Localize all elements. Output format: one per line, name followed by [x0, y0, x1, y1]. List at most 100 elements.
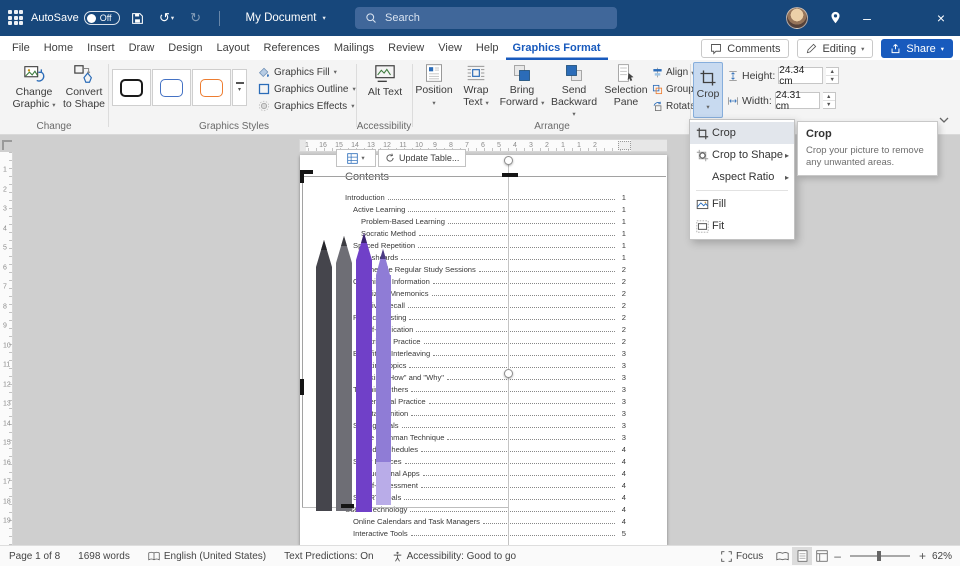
- toc-entry: Problem-Based Learning 1: [361, 217, 626, 226]
- crop-handle-top-left[interactable]: [300, 170, 304, 183]
- toc-entry: Asking "How" and "Why" 3: [361, 373, 626, 382]
- position-button[interactable]: Position ▾: [414, 63, 454, 109]
- web-layout-button[interactable]: [812, 547, 832, 565]
- width-stepper[interactable]: ▲ ▼: [822, 92, 836, 109]
- menu-item-fit[interactable]: Fit: [690, 215, 794, 237]
- menu-item-aspect-ratio[interactable]: Aspect Ratio ▸: [690, 166, 794, 188]
- chevron-down-icon: ▾: [333, 69, 337, 76]
- toc-entry: Active Learning 1: [353, 205, 626, 214]
- group-label-graphics-styles: Graphics Styles: [198, 121, 270, 132]
- graphics-style-2[interactable]: [152, 69, 191, 106]
- tab-selector[interactable]: [2, 140, 12, 150]
- graphics-style-1[interactable]: [112, 69, 151, 106]
- tab-graphics-format[interactable]: Graphics Format: [506, 36, 608, 60]
- fit-icon: [693, 219, 712, 233]
- zoom-out-button[interactable]: –: [832, 549, 843, 563]
- style-swatch-blue: [160, 78, 183, 97]
- autosave-toggle[interactable]: AutoSave Off: [31, 11, 120, 25]
- editing-button[interactable]: Editing ▾: [797, 39, 874, 58]
- zoom-level[interactable]: 62%: [928, 546, 960, 566]
- app-launcher-icon[interactable]: [8, 10, 24, 26]
- crop-handle-bottom[interactable]: [341, 504, 354, 508]
- height-input[interactable]: 24.34 cm: [778, 65, 824, 87]
- gallery-more-button[interactable]: ▾: [232, 69, 247, 106]
- share-button[interactable]: Share ▾: [881, 39, 953, 58]
- graphics-fill-button[interactable]: Graphics Fill ▾: [258, 64, 337, 80]
- wrap-text-button[interactable]: Wrap Text ▾: [456, 63, 496, 109]
- language-indicator[interactable]: English (United States): [139, 546, 275, 566]
- graphics-outline-icon: [258, 83, 270, 95]
- redo-button[interactable]: ↻: [185, 8, 207, 28]
- resize-handle-middle[interactable]: [504, 369, 513, 378]
- alt-text-button[interactable]: Alt Text: [362, 63, 408, 99]
- tab-design[interactable]: Design: [161, 36, 209, 60]
- width-input[interactable]: 24.31 cm: [774, 90, 820, 112]
- toc-entry: Flashcards 1: [361, 253, 626, 262]
- word-count[interactable]: 1698 words: [69, 546, 139, 566]
- toc-entry: Schedule Regular Study Sessions 2: [361, 265, 626, 274]
- tab-review[interactable]: Review: [381, 36, 431, 60]
- crop-button[interactable]: Crop ▾: [693, 62, 723, 118]
- pin-icon[interactable]: [830, 11, 841, 29]
- statusbar: Page 1 of 8 1698 words English (United S…: [0, 545, 960, 566]
- graphics-outline-button[interactable]: Graphics Outline ▾: [258, 81, 356, 97]
- collapse-ribbon-button[interactable]: [936, 113, 952, 127]
- accessibility-status[interactable]: Accessibility: Good to go: [383, 546, 526, 566]
- send-backward-button[interactable]: Send Backward ▾: [548, 63, 600, 121]
- word-window: AutoSave Off ↺ ▾ ↻ My Document ▾ Search – …: [0, 0, 960, 566]
- picture-bottom-edge: [302, 507, 508, 508]
- resize-handle-top[interactable]: [504, 156, 513, 165]
- tab-help[interactable]: Help: [469, 36, 506, 60]
- undo-button[interactable]: ↺ ▾: [156, 8, 178, 28]
- chevron-down-icon: ▾: [706, 103, 710, 111]
- undo-icon: ↺: [158, 10, 170, 25]
- crop-handle-top-center[interactable]: [502, 173, 518, 177]
- avatar[interactable]: [786, 7, 808, 29]
- toc-field-controls: ▾ Update Table...: [336, 149, 467, 167]
- tab-insert[interactable]: Insert: [80, 36, 122, 60]
- crop-handle-left-middle[interactable]: [300, 379, 304, 395]
- convert-to-shape-button[interactable]: Convert to Shape: [62, 63, 106, 110]
- toc-field-menu-button[interactable]: ▾: [336, 149, 376, 167]
- change-graphic-button[interactable]: Change Graphic ▾: [6, 63, 62, 111]
- tab-home[interactable]: Home: [37, 36, 80, 60]
- zoom-slider-knob[interactable]: [876, 551, 881, 561]
- minimize-button[interactable]: –: [852, 0, 882, 36]
- tab-layout[interactable]: Layout: [210, 36, 257, 60]
- redo-icon: ↻: [190, 10, 201, 25]
- alt-text-icon: [375, 65, 395, 83]
- zoom-in-button[interactable]: +: [917, 549, 928, 563]
- toc-entry: Socratic Method 1: [361, 229, 626, 238]
- page-indicator[interactable]: Page 1 of 8: [0, 546, 69, 566]
- comments-button[interactable]: Comments: [701, 39, 790, 58]
- search-input[interactable]: Search: [355, 7, 617, 29]
- tab-view[interactable]: View: [431, 36, 469, 60]
- read-mode-button[interactable]: [772, 547, 792, 565]
- tab-mailings[interactable]: Mailings: [327, 36, 381, 60]
- tab-file[interactable]: File: [5, 36, 37, 60]
- graphics-effects-button[interactable]: Graphics Effects ▾: [258, 98, 354, 114]
- menu-item-fill[interactable]: Fill: [690, 193, 794, 215]
- menu-item-crop-to-shape[interactable]: Crop to Shape ▸: [690, 144, 794, 166]
- right-indent-marker[interactable]: [618, 141, 631, 150]
- menu-item-crop[interactable]: Crop: [690, 122, 794, 144]
- print-layout-button[interactable]: [792, 547, 813, 565]
- text-predictions[interactable]: Text Predictions: On: [275, 546, 382, 566]
- close-button[interactable]: ×: [926, 0, 956, 36]
- focus-button[interactable]: Focus: [712, 546, 772, 566]
- graphics-style-3[interactable]: [192, 69, 231, 106]
- selection-pane-button[interactable]: Selection Pane: [602, 63, 650, 108]
- document-title[interactable]: My Document ▾: [232, 12, 326, 24]
- vertical-ruler: 1 2 3 4 5 6 7 8 9 10 11 12 13 14 15 16 17 18 19: [0, 152, 13, 545]
- update-table-button[interactable]: Update Table...: [378, 149, 467, 167]
- bring-forward-button[interactable]: Bring Forward ▾: [498, 63, 546, 109]
- align-button[interactable]: Align▾: [652, 65, 695, 80]
- tab-draw[interactable]: Draw: [122, 36, 162, 60]
- height-stepper[interactable]: ▲ ▼: [826, 67, 840, 84]
- divider: [356, 64, 357, 127]
- refresh-icon: [386, 153, 394, 162]
- shape-height-field: Height: 24.34 cm ▲ ▼: [727, 65, 840, 87]
- zoom-slider[interactable]: [849, 551, 910, 561]
- tab-references[interactable]: References: [257, 36, 327, 60]
- save-button[interactable]: [127, 8, 149, 28]
